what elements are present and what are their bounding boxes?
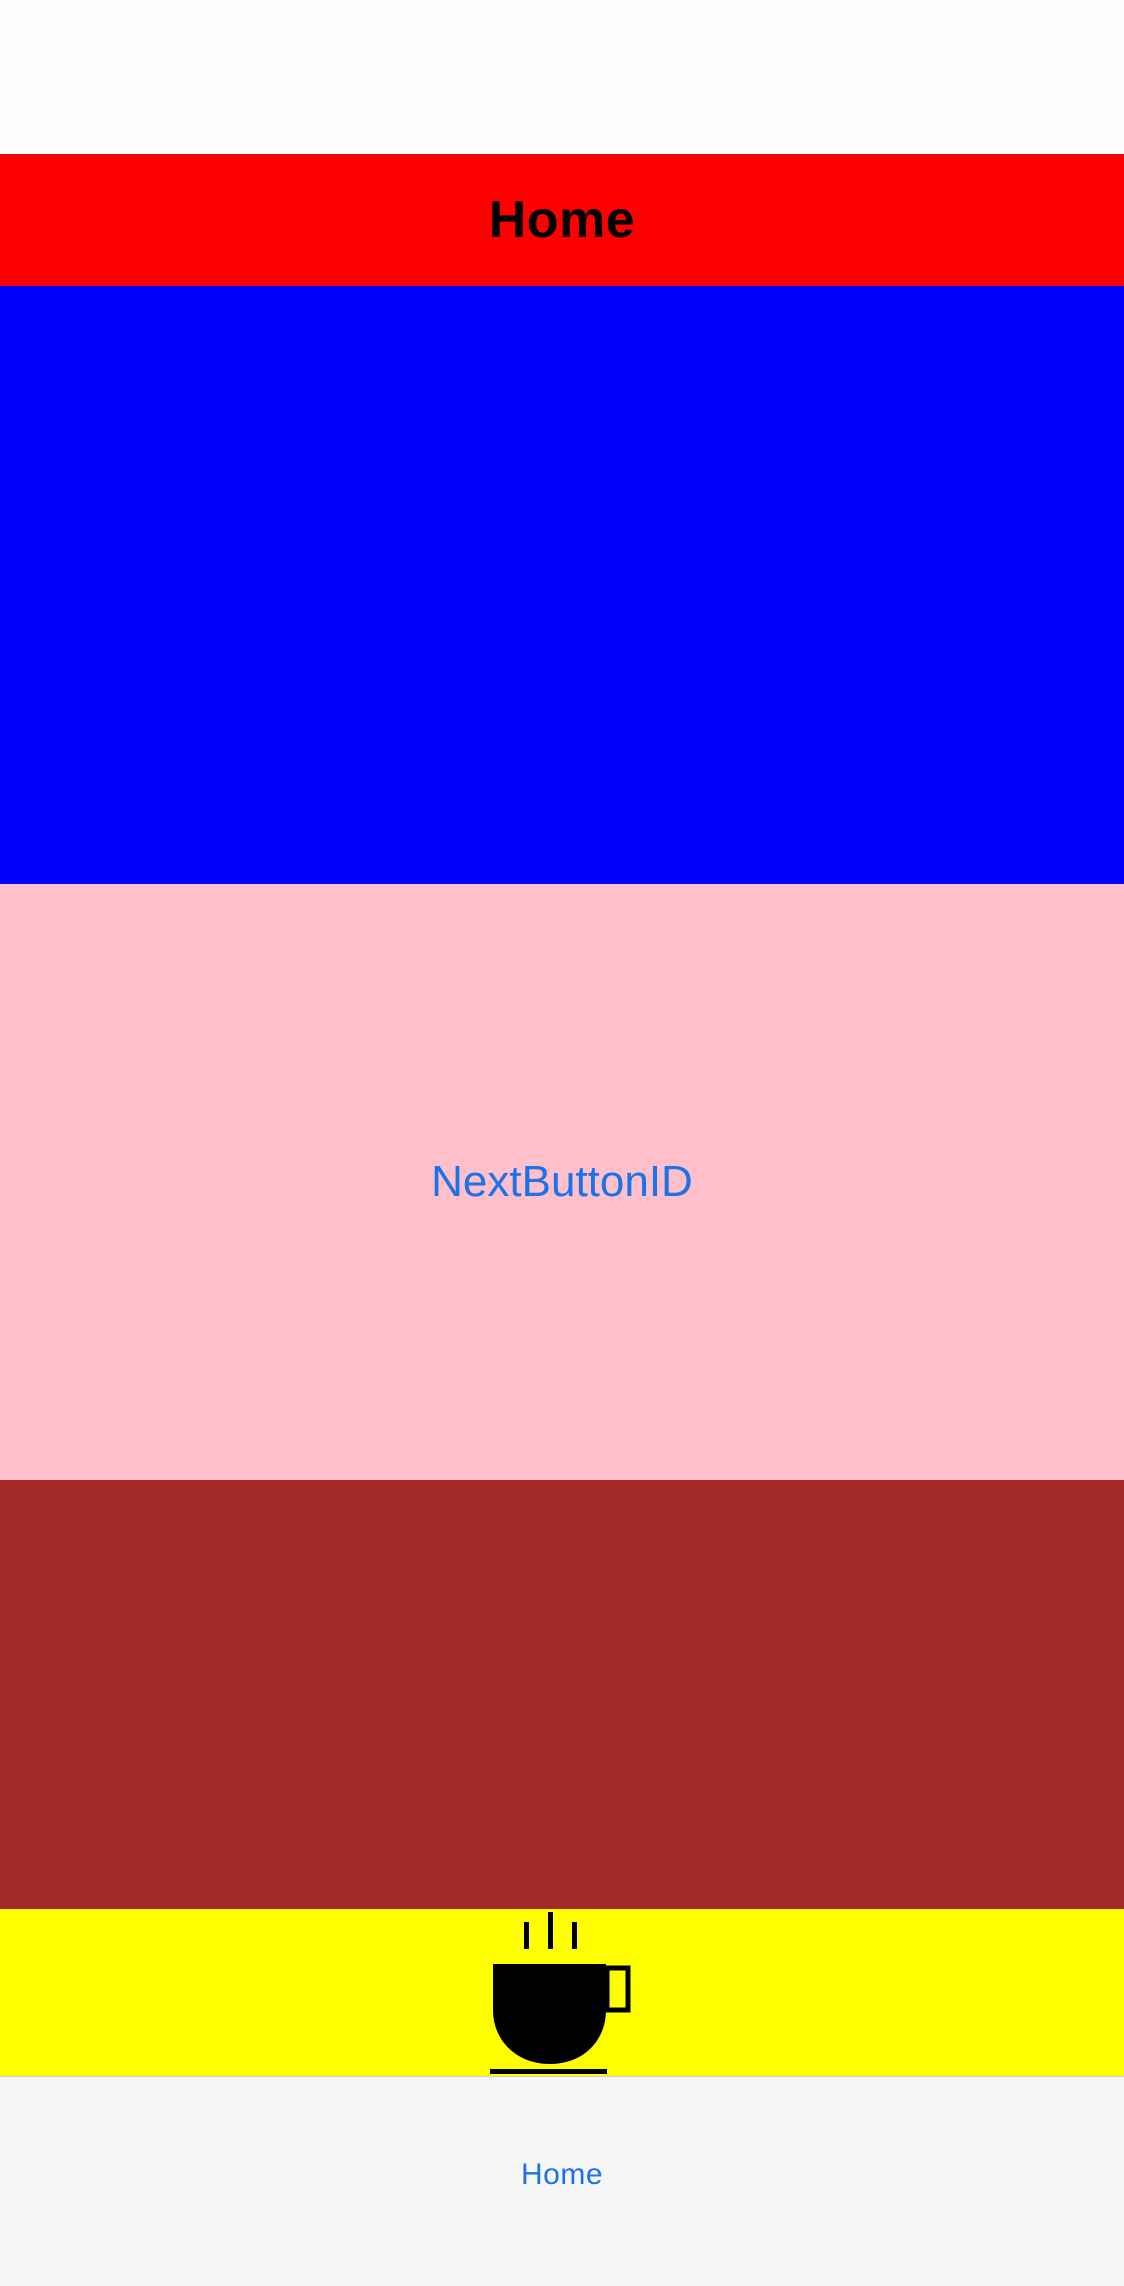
brown-view	[0, 1480, 1124, 1909]
navigation-header: Home	[0, 154, 1124, 286]
blue-view	[0, 286, 1124, 884]
page-title: Home	[488, 191, 636, 249]
pink-view: NextButtonID	[0, 884, 1124, 1480]
next-button[interactable]: NextButtonID	[431, 1157, 693, 1207]
app-screen: Home NextButtonID Home	[0, 0, 1124, 2286]
steam-line-right	[572, 1922, 577, 1949]
steam-line-middle	[548, 1912, 553, 1949]
cup-saucer	[490, 2069, 607, 2074]
tab-bar: Home	[0, 2076, 1124, 2286]
steam-line-left	[524, 1922, 529, 1949]
coffee-cup-icon	[490, 1912, 631, 2074]
cup-handle	[604, 1965, 631, 2013]
status-bar	[0, 0, 1124, 154]
tab-home-label: Home	[520, 2158, 604, 2191]
tab-home[interactable]: Home	[462, 2145, 662, 2205]
cup-body	[493, 1964, 606, 2064]
